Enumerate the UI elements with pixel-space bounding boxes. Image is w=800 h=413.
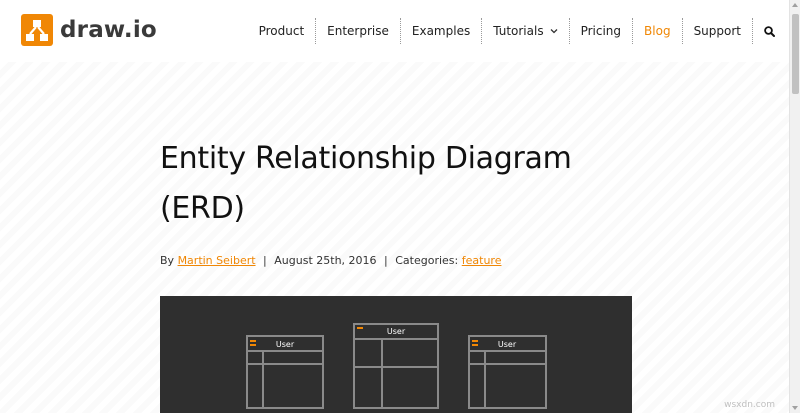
erd-table: User [246,335,324,409]
author-link[interactable]: Martin Seibert [178,254,256,267]
meta-separator: | [263,254,267,267]
nav-item-support[interactable]: Support [681,18,752,44]
meta-separator: | [384,254,388,267]
nav-item-pricing[interactable]: Pricing [568,18,632,44]
chevron-down-icon [550,29,558,34]
page-title: Entity Relationship Diagram (ERD) [160,134,632,234]
site-header: draw.io Product Enterprise Examples Tuto… [0,0,789,62]
scroll-up-arrow-icon[interactable] [792,3,798,7]
erd-diagram-svg: User User User [246,323,547,409]
nav-item-enterprise[interactable]: Enterprise [315,18,400,44]
category-link[interactable]: feature [462,254,502,267]
page: draw.io Product Enterprise Examples Tuto… [0,0,789,413]
post-date: August 25th, 2016 [274,254,377,267]
drawio-logo-icon [21,14,53,46]
logo-text: draw.io [60,17,157,43]
erd-table-header: User [276,340,295,349]
erd-table-header: User [387,327,406,336]
post-meta: By Martin Seibert | August 25th, 2016 | … [160,254,632,267]
erd-table: User [353,323,439,409]
nav-item-tutorials-label: Tutorials [493,24,544,38]
watermark: wsxdn.com [724,400,775,410]
search-icon [764,25,775,37]
key-icon [357,327,363,329]
scroll-down-arrow-icon[interactable] [792,406,798,410]
nav-item-blog[interactable]: Blog [632,18,682,44]
erd-table: User [468,335,547,409]
categories-label: Categories: [395,254,459,267]
scrollbar-thumb[interactable] [792,14,799,94]
page-title-line2: (ERD) [160,191,245,226]
key-icon [250,340,256,342]
vertical-scrollbar[interactable] [789,0,800,413]
erd-diagram-image: User User User [160,296,632,413]
nav-item-examples[interactable]: Examples [399,18,481,44]
key-icon [472,340,478,342]
search-button[interactable] [752,18,775,44]
logo[interactable]: draw.io [21,14,157,46]
page-title-line1: Entity Relationship Diagram [160,141,572,176]
erd-table-header: User [498,340,517,349]
nav-item-tutorials[interactable]: Tutorials [481,18,568,44]
by-label: By [160,254,175,267]
article-header: Entity Relationship Diagram (ERD) By Mar… [160,134,632,267]
nav-item-product[interactable]: Product [248,18,316,44]
main-nav: Product Enterprise Examples Tutorials Pr… [248,18,775,44]
